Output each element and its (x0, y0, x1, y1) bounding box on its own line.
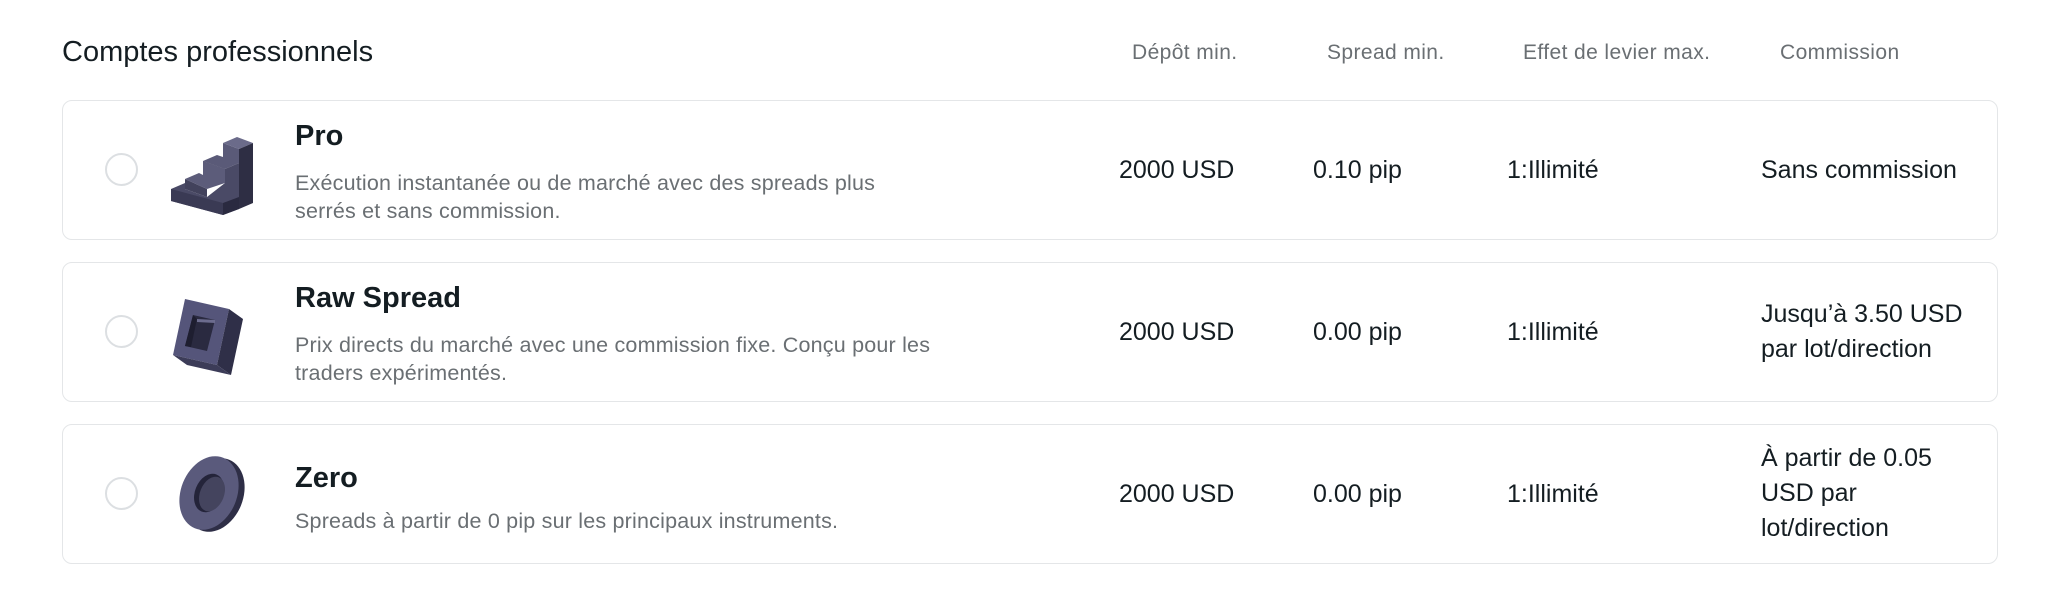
min-spread-value: 0.00 pip (1313, 318, 1402, 346)
table-header: Comptes professionnels Dépôt min. Spread… (0, 0, 2060, 100)
account-card-zero[interactable]: Zero Spreads à partir de 0 pip sur les p… (62, 424, 1998, 564)
column-header-deposit: Dépôt min. (1132, 41, 1238, 64)
column-header-leverage: Effet de levier max. (1523, 41, 1711, 64)
section-title: Comptes professionnels (62, 36, 374, 68)
min-deposit-value: 2000 USD (1119, 480, 1235, 508)
commission-value: Sans commission (1761, 156, 1957, 184)
account-name: Raw Spread (295, 282, 461, 314)
min-spread-value: 0.10 pip (1313, 156, 1402, 184)
account-description: Spreads à partir de 0 pip sur les princi… (295, 509, 839, 533)
account-name: Pro (295, 120, 344, 152)
max-leverage-value: 1:Illimité (1507, 480, 1599, 508)
max-leverage-value: 1:Illimité (1507, 156, 1599, 184)
max-leverage-value: 1:Illimité (1507, 318, 1599, 346)
account-radio-pro[interactable] (105, 153, 138, 186)
min-deposit-value: 2000 USD (1119, 318, 1235, 346)
column-header-spread: Spread min. (1327, 41, 1445, 64)
account-name: Zero (295, 462, 358, 494)
account-radio-raw-spread[interactable] (105, 315, 138, 348)
account-description: Prix directs du marché avec une commissi… (295, 333, 931, 385)
min-deposit-value: 2000 USD (1119, 156, 1235, 184)
commission-value: Jusqu’à 3.50 USD par lot/direction (1761, 300, 1963, 363)
account-card-raw-spread[interactable]: Raw Spread Prix directs du marché avec u… (62, 262, 1998, 402)
account-radio-zero[interactable] (105, 477, 138, 510)
account-description: Exécution instantanée ou de marché avec … (295, 171, 876, 223)
stairs-icon (163, 123, 259, 219)
commission-value: À partir de 0.05 USD par lot/direction (1761, 444, 1932, 542)
frame-block-icon (163, 285, 259, 381)
ring-icon (163, 447, 259, 543)
account-card-pro[interactable]: Pro Exécution instantanée ou de marché a… (62, 100, 1998, 240)
min-spread-value: 0.00 pip (1313, 480, 1402, 508)
column-header-commission: Commission (1780, 41, 1900, 64)
